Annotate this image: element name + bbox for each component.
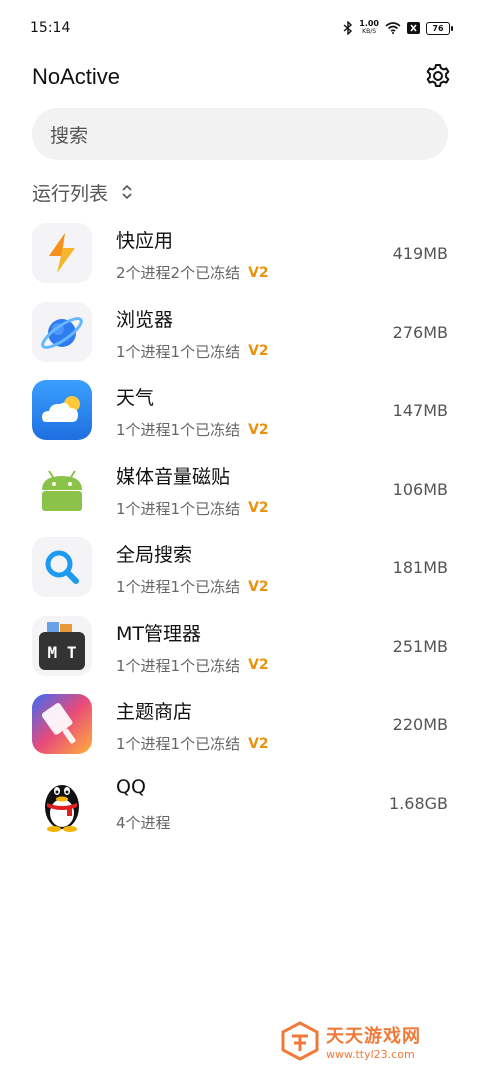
process-status: 1个进程1个已冻结 (116, 421, 241, 439)
app-status: 4个进程 (116, 812, 171, 833)
search-magnifier-icon (32, 537, 92, 597)
version-badge: V2 (248, 264, 269, 281)
gear-icon (426, 64, 450, 87)
app-name: 快应用 (116, 230, 174, 252)
app-name: 浏览器 (116, 308, 174, 331)
sort-updown-icon[interactable] (120, 183, 134, 201)
wifi-icon (385, 22, 401, 34)
bluetooth-icon (343, 21, 353, 35)
memory-usage: 251MB (392, 636, 448, 656)
app-name: 全局搜索 (116, 544, 193, 566)
browser-planet-icon (32, 301, 92, 362)
list-item[interactable]: 浏览器 1个进程1个已冻结 V2 276MB (32, 299, 452, 378)
list-item[interactable]: 媒体音量磁贴 1个进程1个已冻结 V2 106MB (32, 456, 452, 535)
app-status: 1个进程1个已冻结 V2 (116, 733, 269, 754)
qq-penguin-icon (32, 772, 92, 833)
section-header[interactable]: 运行列表 (32, 178, 134, 206)
memory-usage: 1.68GB (389, 793, 448, 813)
watermark: 天天游戏网 www.ttyl23.com (280, 1018, 450, 1064)
app-name: 主题商店 (116, 701, 193, 723)
process-status: 1个进程1个已冻结 (116, 578, 241, 596)
watermark-text: 天天游戏网 www.ttyl23.com (326, 1022, 421, 1061)
list-item[interactable]: 全局搜索 1个进程1个已冻结 V2 181MB (32, 534, 452, 613)
app-name: QQ (116, 775, 146, 798)
page-title: NoActive (32, 64, 121, 89)
version-badge: V2 (248, 343, 269, 359)
watermark-logo-icon (281, 1021, 319, 1061)
app-status: 2个进程2个已冻结 V2 (116, 262, 269, 283)
version-badge: V2 (248, 657, 269, 673)
status-icons: 1.00 KB/S 76 (343, 20, 453, 36)
memory-usage: 220MB (392, 715, 448, 734)
theme-store-icon (32, 694, 92, 754)
version-badge: V2 (248, 578, 269, 595)
net-speed: 1.00 KB/S (359, 20, 379, 36)
app-status: 1个进程1个已冻结 V2 (116, 655, 269, 676)
list-item[interactable]: 主题商店 1个进程1个已冻结 V2 220MB (32, 691, 452, 770)
net-speed-unit: KB/S (362, 28, 377, 35)
app-name: 媒体音量磁贴 (116, 465, 231, 488)
memory-usage: 419MB (392, 244, 448, 263)
app-name: 天气 (116, 387, 155, 409)
lightning-icon (32, 223, 92, 283)
version-badge: V2 (248, 735, 269, 752)
status-bar: 15:14 1.00 KB/S 76 (0, 0, 480, 58)
android-icon (32, 458, 92, 519)
memory-usage: 106MB (392, 479, 448, 499)
mt-manager-icon: M T (32, 615, 92, 676)
search-input[interactable]: 搜索 (32, 108, 448, 160)
net-speed-value: 1.00 (359, 19, 379, 28)
app-status: 1个进程1个已冻结 V2 (116, 341, 269, 362)
app-status: 1个进程1个已冻结 V2 (116, 419, 269, 440)
process-status: 1个进程1个已冻结 (116, 342, 241, 361)
battery-icon: 76 (426, 21, 453, 35)
section-title: 运行列表 (32, 182, 109, 205)
app-status: 1个进程1个已冻结 V2 (116, 576, 269, 597)
search-placeholder: 搜索 (50, 124, 89, 147)
weather-cloud-icon (32, 380, 92, 440)
version-badge: V2 (248, 421, 269, 438)
watermark-url: www.ttyl23.com (326, 1047, 415, 1061)
process-status: 1个进程1个已冻结 (116, 499, 241, 518)
running-app-list: 快应用 2个进程2个已冻结 V2 419MB 浏览器 1个进程1个已冻结 V2 … (32, 220, 452, 848)
settings-button[interactable] (424, 62, 452, 90)
svg-text:M T: M T (48, 643, 77, 662)
list-item[interactable]: 快应用 2个进程2个已冻结 V2 419MB (32, 220, 452, 299)
process-status: 1个进程1个已冻结 (116, 656, 241, 675)
memory-usage: 147MB (392, 401, 448, 420)
process-status: 4个进程 (116, 813, 171, 832)
watermark-title: 天天游戏网 (326, 1025, 421, 1047)
status-time: 15:14 (30, 20, 71, 36)
no-sim-icon (407, 22, 420, 34)
version-badge: V2 (248, 500, 269, 516)
app-header: NoActive (32, 62, 452, 94)
memory-usage: 276MB (392, 322, 448, 342)
app-name: MT管理器 (116, 622, 201, 645)
memory-usage: 181MB (392, 558, 448, 577)
list-item[interactable]: QQ 4个进程 1.68GB (32, 770, 452, 849)
process-status: 2个进程2个已冻结 (116, 264, 241, 282)
app-status: 1个进程1个已冻结 V2 (116, 498, 269, 519)
process-status: 1个进程1个已冻结 (116, 735, 241, 753)
list-item[interactable]: 天气 1个进程1个已冻结 V2 147MB (32, 377, 452, 456)
list-item[interactable]: M T MT管理器 1个进程1个已冻结 V2 251MB (32, 613, 452, 692)
